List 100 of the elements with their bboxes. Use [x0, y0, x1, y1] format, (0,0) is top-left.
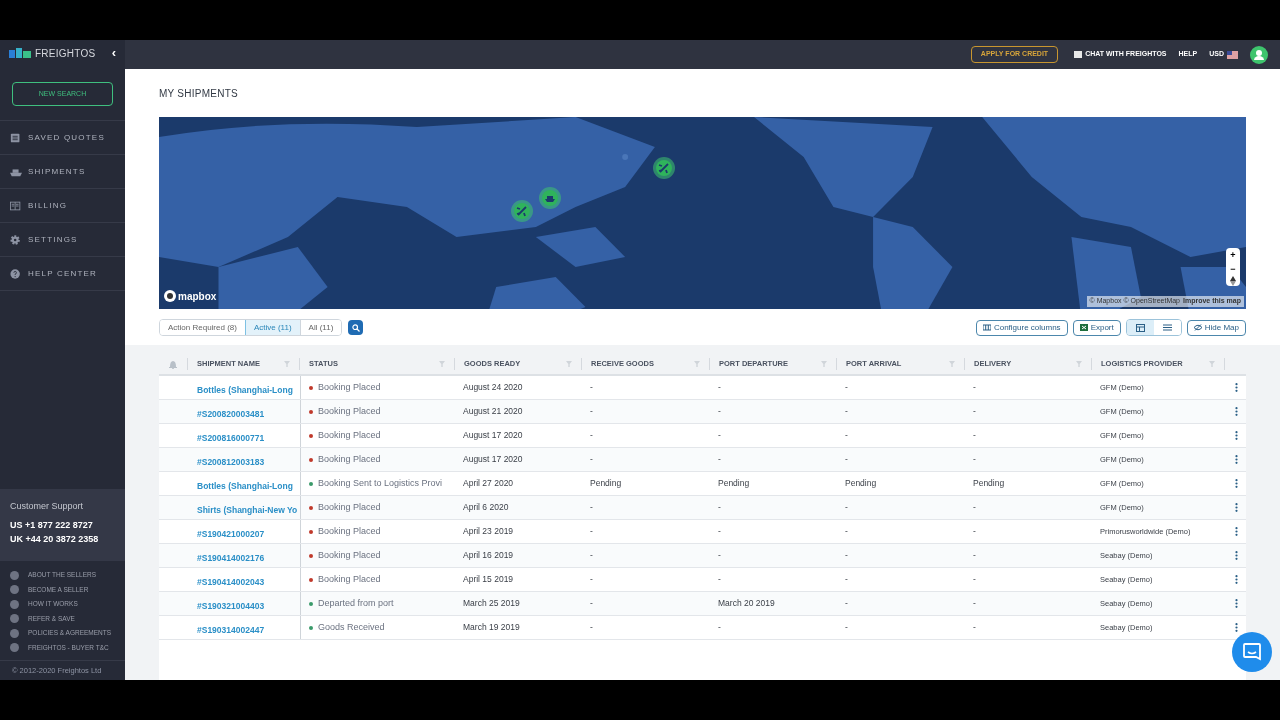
- more-options-icon: [1235, 407, 1238, 416]
- support-title: Customer Support: [10, 500, 85, 514]
- table-cell: April 6 2020: [463, 501, 509, 514]
- more-options-icon: [1235, 503, 1238, 512]
- table-cell: March 20 2019: [718, 597, 775, 610]
- shipment-link[interactable]: Bottles (Shanghai-Long: [197, 480, 293, 491]
- more-options-icon: [1235, 431, 1238, 440]
- table-cell: April 23 2019: [463, 525, 514, 538]
- logo-icon: [9, 48, 31, 58]
- collapse-button[interactable]: ‹: [111, 43, 116, 63]
- table-cell: -: [973, 573, 976, 586]
- table-cell: Pending: [845, 477, 877, 490]
- table-cell: -: [718, 453, 721, 466]
- brand-name: FREIGHTOS: [35, 46, 97, 61]
- status-text: Booking Placed: [318, 428, 381, 442]
- shipment-link[interactable]: #S190314002447: [197, 624, 265, 635]
- table-cell: -: [973, 621, 976, 634]
- table-cell: -: [590, 405, 593, 418]
- table-cell: -: [590, 381, 593, 394]
- shipment-link[interactable]: #S190421000207: [197, 528, 265, 539]
- table-cell: -: [590, 549, 593, 562]
- shipment-link[interactable]: #S190321004403: [197, 600, 265, 611]
- status-text: Booking Placed: [318, 404, 381, 418]
- table-cell: -: [845, 405, 848, 418]
- table-cell: March 25 2019: [463, 597, 520, 610]
- table-cell: -: [590, 597, 593, 610]
- more-options-icon: [1235, 383, 1238, 392]
- phone-number: US +1 877 222 8727: [10, 518, 94, 532]
- table-cell: -: [718, 501, 721, 514]
- table-cell: Pending: [590, 477, 622, 490]
- hide-map-button[interactable]: Hide Map: [1186, 320, 1246, 336]
- avatar-icon: [1250, 45, 1268, 64]
- filter-icon: [439, 361, 445, 367]
- export-button[interactable]: Export: [1072, 320, 1121, 336]
- table-cell: August 21 2020: [463, 405, 523, 418]
- shipment-link[interactable]: #S200812003183: [197, 456, 265, 467]
- shipment-link[interactable]: #S200816000771: [197, 432, 265, 443]
- table-cell: -: [973, 381, 976, 394]
- list-icon: [1162, 324, 1172, 332]
- table-cell: -: [845, 453, 848, 466]
- zoom-out-button[interactable]: −: [1230, 262, 1236, 276]
- status-text: Departed from port: [318, 596, 394, 610]
- filter-tab[interactable]: Active (11): [245, 320, 301, 336]
- table-cell: -: [590, 429, 593, 442]
- status-text: Booking Sent to Logistics Provi: [318, 476, 443, 490]
- filter-tab[interactable]: All (11): [300, 320, 342, 336]
- table-cell: -: [718, 621, 721, 634]
- shipment-link[interactable]: #S190414002176: [197, 552, 265, 563]
- eye-slash-icon: [1193, 324, 1202, 332]
- spreadsheet-icon: [1079, 324, 1088, 332]
- table-cell: -: [973, 405, 976, 418]
- table-cell: Pending: [718, 477, 750, 490]
- table-cell: -: [845, 621, 848, 634]
- filter-icon: [694, 361, 700, 367]
- table-cell: -: [718, 429, 721, 442]
- zoom-in-button[interactable]: +: [1230, 248, 1236, 262]
- table-cell: -: [590, 621, 593, 634]
- more-options-icon: [1235, 623, 1238, 632]
- shipment-link[interactable]: #S190414002043: [197, 576, 265, 587]
- table-cell: August 17 2020: [463, 429, 523, 442]
- status-text: Booking Placed: [318, 452, 381, 466]
- filter-icon: [1076, 361, 1082, 367]
- search-button[interactable]: [348, 320, 364, 336]
- filter-icon: [284, 361, 290, 367]
- filter-icon: [821, 361, 827, 367]
- table-cell: April 15 2019: [463, 573, 514, 586]
- table-cell: -: [973, 597, 976, 610]
- bell-icon: [169, 359, 177, 369]
- zoom-control[interactable]: + −: [1226, 248, 1240, 286]
- ledger-icon: [10, 199, 22, 212]
- table-cell: -: [845, 381, 848, 394]
- table-cell: -: [845, 573, 848, 586]
- page-title: MY SHIPMENTS: [159, 87, 239, 101]
- configure-columns-button[interactable]: Configure columns: [975, 320, 1068, 336]
- view-toggle-button[interactable]: [1126, 320, 1154, 336]
- table-cell: -: [845, 549, 848, 562]
- table-cell: -: [845, 525, 848, 538]
- mapbox-logo-icon: [164, 290, 176, 303]
- table-cell: Pending: [973, 477, 1005, 490]
- more-options-icon: [1235, 599, 1238, 608]
- more-options-icon: [1235, 479, 1238, 488]
- table-cell: -: [718, 573, 721, 586]
- columns-icon: [982, 324, 991, 332]
- filter-icon: [566, 361, 572, 367]
- flag-icon: [1227, 50, 1238, 59]
- status-text: Booking Placed: [318, 524, 381, 538]
- table-cell: -: [973, 525, 976, 538]
- map-logo: mapbox: [178, 290, 217, 304]
- shipment-link[interactable]: Shirts (Shanghai-New Yo: [197, 504, 298, 515]
- table-cell: -: [718, 525, 721, 538]
- more-options-icon: [1235, 527, 1238, 536]
- shipment-link[interactable]: #S200820003481: [197, 408, 265, 419]
- table-cell: -: [590, 573, 593, 586]
- status-text: Goods Received: [318, 620, 385, 634]
- shipment-link[interactable]: Bottles (Shanghai-Long: [197, 384, 293, 395]
- table-cell: April 16 2019: [463, 549, 514, 562]
- status-text: Booking Placed: [318, 548, 381, 562]
- table-cell: -: [590, 501, 593, 514]
- table-cell: -: [718, 381, 721, 394]
- table-cell: -: [973, 501, 976, 514]
